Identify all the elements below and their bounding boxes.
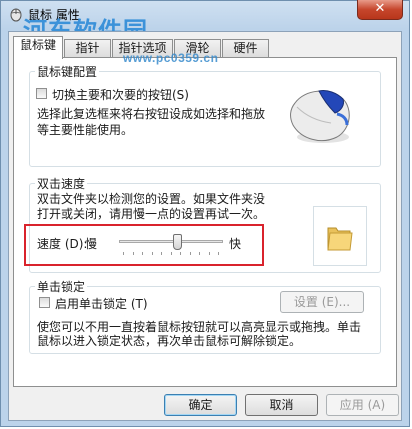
tab-buttons[interactable]: 鼠标键	[13, 36, 63, 59]
cancel-button[interactable]: 取消	[245, 394, 318, 416]
mouse-properties-window: 鼠标 属性 ✕ 河东软件园 鼠标键 指针 指针选项 滑轮 硬件 www.pc03…	[0, 0, 410, 427]
test-area[interactable]	[313, 206, 367, 266]
switch-buttons-checkbox[interactable]	[36, 88, 47, 99]
switch-buttons-label[interactable]: 切换主要和次要的按钮(S)	[52, 86, 189, 103]
click-lock-settings-button[interactable]: 设置 (E)...	[280, 291, 364, 313]
enable-click-lock-checkbox[interactable]	[39, 297, 50, 308]
button-config-description-line1: 选择此复选框来将右按钮设成如选择和拖放	[37, 107, 266, 121]
click-lock-description-line2: 鼠标以进入锁定状态，再次单击鼠标可解除锁定。	[37, 334, 302, 348]
enable-click-lock-label[interactable]: 启用单击锁定 (T)	[55, 295, 148, 312]
ok-button[interactable]: 确定	[164, 394, 237, 416]
apply-button[interactable]: 应用 (A)	[326, 394, 399, 416]
watermark-url: www.pc0359.cn	[123, 51, 219, 65]
button-config-description-line2: 等主要性能使用。	[37, 123, 134, 137]
mouse-illustration	[290, 90, 350, 143]
mouse-app-icon	[10, 8, 22, 22]
double-click-description-line2: 打开或关闭，请用慢一点的设置再试一次。	[37, 207, 266, 221]
folder-icon[interactable]	[326, 222, 354, 252]
tab-pointers[interactable]: 指针	[64, 39, 111, 58]
tab-hardware[interactable]: 硬件	[222, 39, 269, 58]
highlight-annotation	[24, 224, 264, 266]
click-lock-title: 单击锁定	[35, 278, 88, 295]
button-config-title: 鼠标键配置	[35, 63, 100, 80]
close-button[interactable]: ✕	[357, 0, 403, 20]
